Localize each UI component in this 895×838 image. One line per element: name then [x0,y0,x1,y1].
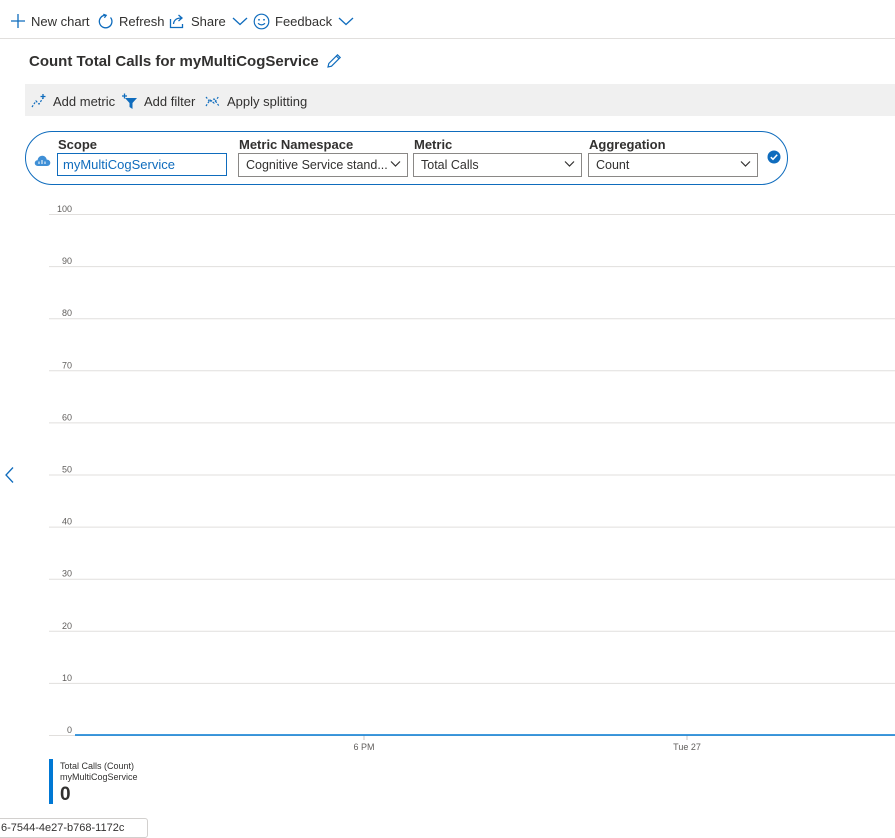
y-tick-label: 40 [62,517,72,527]
legend-resource-name: myMultiCogService [60,772,138,782]
refresh-button[interactable]: Refresh [97,11,165,31]
chevron-down-icon [564,161,575,167]
command-bar: New chart Refresh Share Feedback [0,0,895,39]
aggregation-label: Aggregation [589,137,666,152]
feedback-button[interactable]: Feedback [253,11,354,31]
y-tick-label: 90 [62,256,72,266]
plus-icon [11,14,25,28]
aggregation-value: Count [596,158,630,172]
y-tick-label: 30 [62,569,72,579]
status-tooltip: 6-7544-4e27-b768-1172c [0,818,148,838]
add-filter-button[interactable]: Add filter [121,92,195,110]
chart-title: Count Total Calls for myMultiCogService [29,52,319,70]
chart-title-row: Count Total Calls for myMultiCogService [29,52,343,70]
chart-toolbar: Add metric Add filter Apply splitting [25,84,895,116]
legend-value: 0 [60,784,71,805]
metrics-line-chart: 10090807060504030201006 PM Tue 27 [49,204,895,752]
y-tick-label: 100 [57,204,72,214]
edit-pencil-icon[interactable] [325,52,343,70]
chevron-down-icon [390,161,401,167]
legend-series-name: Total Calls (Count) [60,761,135,771]
y-tick-label: 10 [62,673,72,683]
new-chart-button[interactable]: New chart [10,11,90,31]
y-tick-label: 20 [62,621,72,631]
confirm-check-icon[interactable] [767,150,781,164]
feedback-label: Feedback [275,13,333,29]
share-button[interactable]: Share [169,11,248,31]
scope-label: Scope [58,137,98,152]
chevron-down-icon [740,161,751,167]
apply-splitting-button[interactable]: Apply splitting [205,92,307,110]
y-tick-label: 60 [62,412,72,422]
chevron-down-icon [232,17,248,26]
x-tick-label: Tue 27 [673,742,701,752]
metric-namespace-value: Cognitive Service stand... [246,158,388,172]
metric-label: Metric [414,137,453,152]
apply-splitting-label: Apply splitting [227,93,308,109]
add-metric-label: Add metric [53,93,116,109]
legend-color-bar [49,759,53,804]
metric-dropdown[interactable]: Total Calls [413,153,582,177]
add-metric-icon [31,94,46,108]
refresh-icon [98,13,113,28]
scope-input[interactable]: myMultiCogService [57,153,227,176]
y-tick-label: 80 [62,308,72,318]
chevron-down-icon [338,17,354,26]
metric-namespace-dropdown[interactable]: Cognitive Service stand... [238,153,408,177]
y-tick-label: 0 [67,725,72,735]
metric-selector: Scope myMultiCogService Metric Namespace… [25,131,788,185]
filter-icon [122,93,137,109]
add-metric-button[interactable]: Add metric [31,92,115,110]
share-label: Share [191,13,226,29]
aggregation-dropdown[interactable]: Count [588,153,758,177]
y-tick-label: 50 [62,465,72,475]
add-filter-label: Add filter [144,93,196,109]
new-chart-label: New chart [31,13,90,29]
y-tick-label: 70 [62,360,72,370]
share-icon [169,14,184,29]
x-tick-label: 6 PM [353,742,374,752]
refresh-label: Refresh [119,13,165,29]
cognitive-service-cloud-icon [34,155,51,166]
smiley-icon [253,13,270,29]
metric-value: Total Calls [421,158,479,172]
metric-namespace-label: Metric Namespace [239,137,354,152]
splitting-icon [205,95,220,107]
